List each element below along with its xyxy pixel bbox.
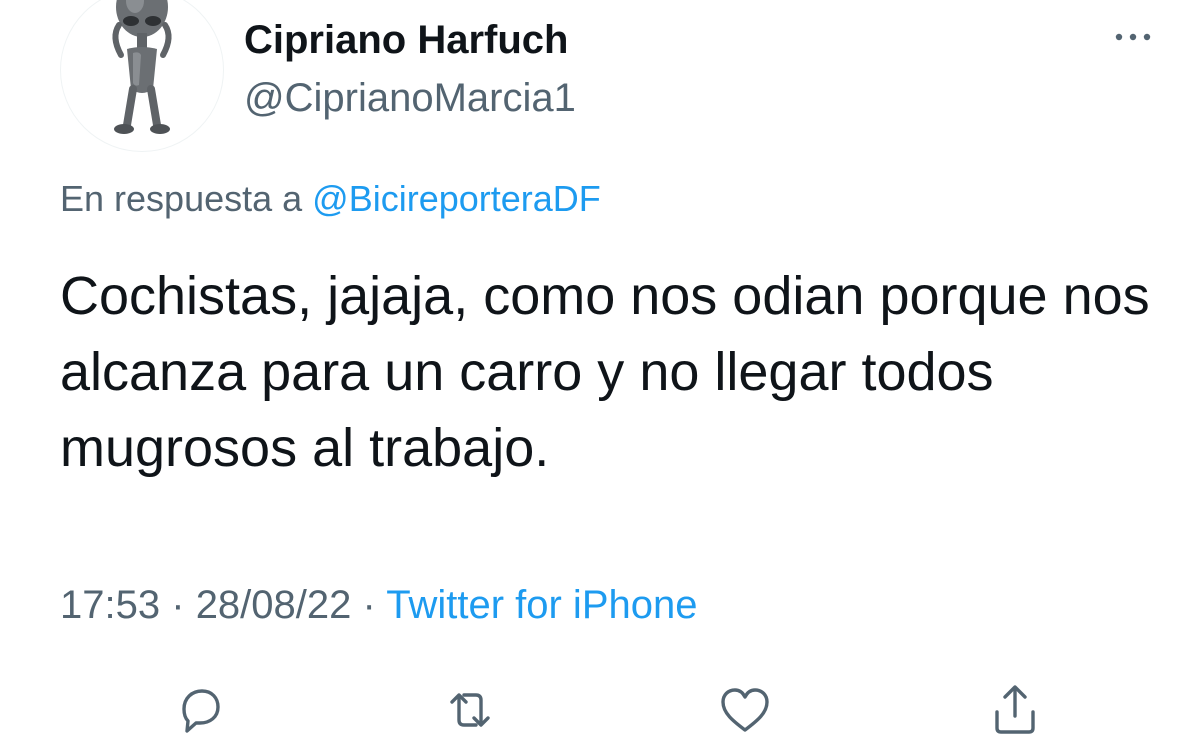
tweet-text: Cochistas, jajaja, como nos odian porque… <box>60 266 1150 478</box>
reply-button[interactable] <box>170 680 230 740</box>
tweet-date[interactable]: 28/08/22 <box>196 583 352 627</box>
tweet-time[interactable]: 17:53 <box>60 583 160 627</box>
avatar[interactable] <box>60 0 224 152</box>
tweet-source-link[interactable]: Twitter for iPhone <box>386 583 697 627</box>
user-handle[interactable]: @CiprianoMarcia1 <box>244 74 576 122</box>
more-dots-icon <box>1115 33 1151 41</box>
more-options-button[interactable] <box>1108 20 1158 54</box>
share-button[interactable] <box>985 680 1045 740</box>
tweet-detail: Cipriano Harfuch @CiprianoMarcia1 En res… <box>0 0 1200 755</box>
alien-figurine-icon <box>112 0 172 134</box>
retweet-button[interactable] <box>440 680 500 740</box>
meta-separator: · <box>362 583 376 627</box>
reply-context: En respuesta a @BicireporteraDF <box>60 176 601 222</box>
retweet-icon <box>450 693 490 727</box>
reply-mention-link[interactable]: @BicireporteraDF <box>312 178 601 219</box>
tweet-metadata: 17:53 · 28/08/22 · Twitter for iPhone <box>60 580 697 630</box>
share-icon <box>995 685 1035 734</box>
like-heart-icon <box>721 688 769 732</box>
display-name[interactable]: Cipriano Harfuch <box>244 16 568 64</box>
like-button[interactable] <box>715 680 775 740</box>
reply-prefix: En respuesta a <box>60 178 303 219</box>
tweet-action-bar <box>0 680 1200 740</box>
meta-separator: · <box>171 583 185 627</box>
reply-icon <box>182 689 220 733</box>
